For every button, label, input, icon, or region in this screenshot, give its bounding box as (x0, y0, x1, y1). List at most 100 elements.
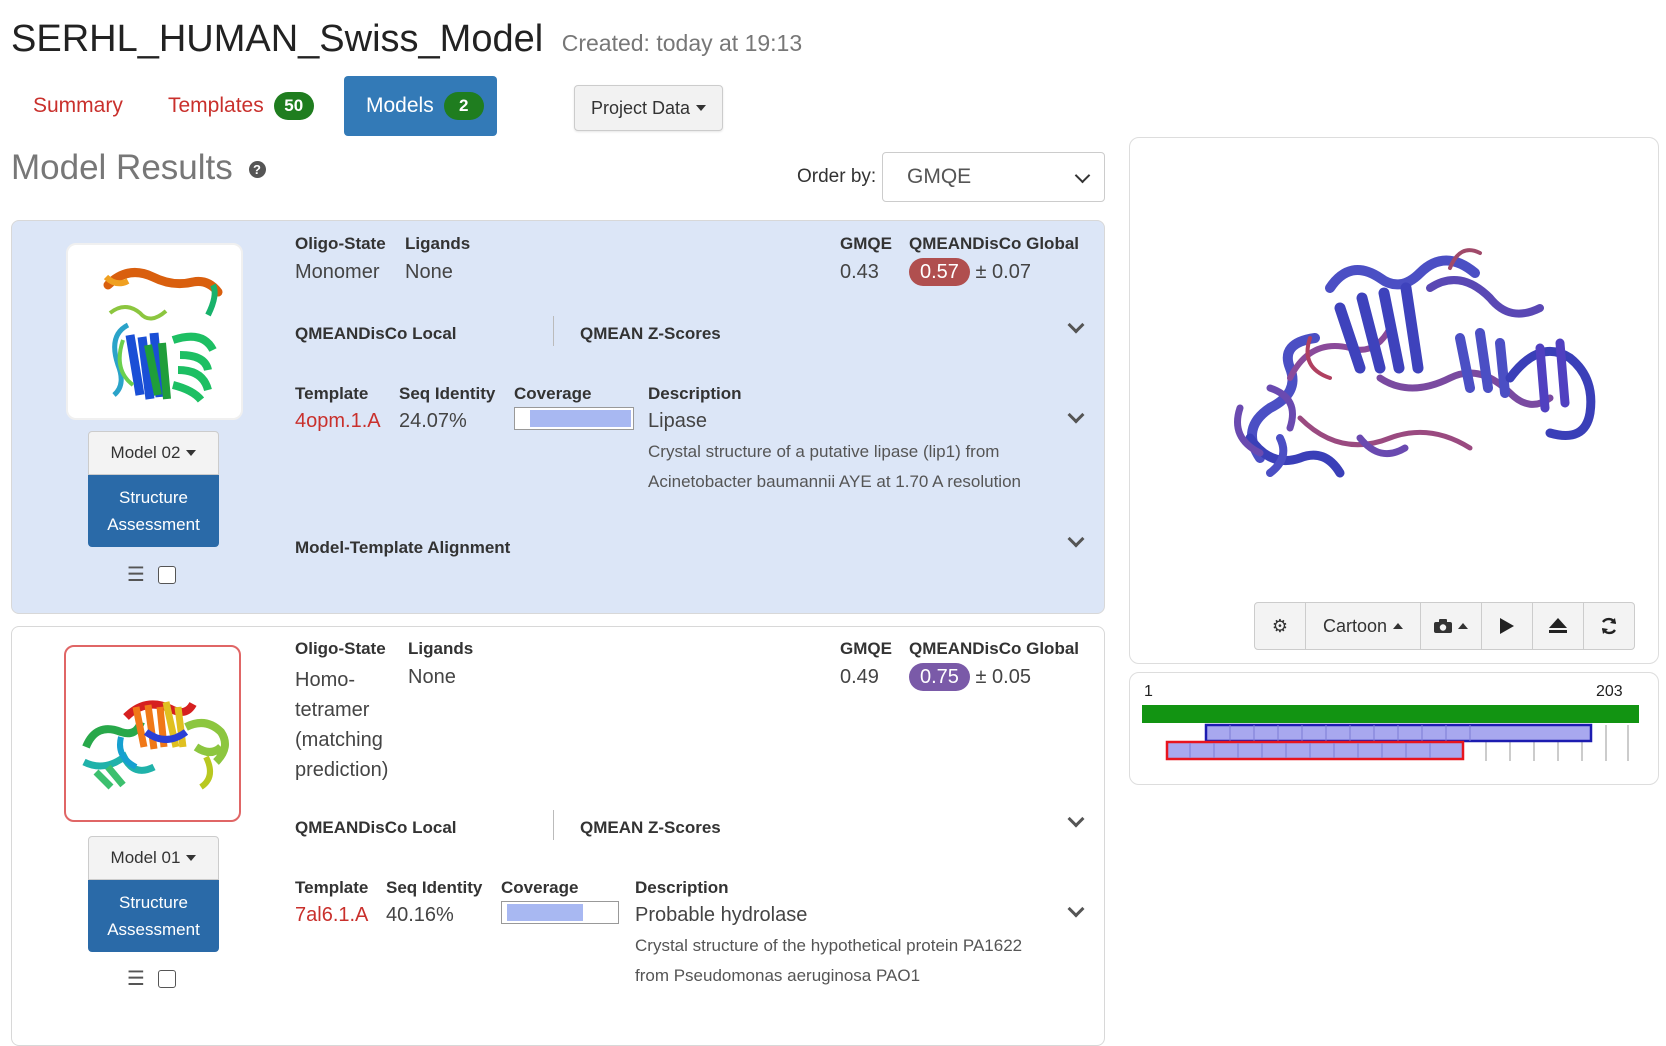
caret-down-icon (696, 105, 707, 111)
eject-icon (1549, 618, 1567, 633)
divider (553, 316, 554, 346)
created-timestamp: Created: today at 19:13 (561, 30, 803, 56)
coverage-fill (530, 410, 631, 427)
gear-icon: ⚙ (1271, 615, 1289, 636)
qmean-score-badge: 0.75 (909, 663, 970, 691)
qmean-local-toggle[interactable]: QMEANDisCo Local (295, 324, 457, 344)
alignment-list-icon[interactable]: ☰ (127, 966, 145, 991)
structure-assessment-button[interactable]: Structure Assessment (88, 880, 219, 952)
model-02-label: Model 02 (110, 443, 181, 462)
qmean-error: ± 0.07 (975, 261, 1031, 283)
project-data-dropdown[interactable]: Project Data (574, 85, 723, 131)
description-label: Description (648, 384, 742, 403)
protein-ribbon-image (82, 700, 229, 790)
alignment-toggle[interactable]: Model-Template Alignment (295, 538, 510, 558)
model-results-heading: Model Results ? (11, 148, 266, 188)
chevron-down-icon (1074, 167, 1091, 184)
select-model-checkbox[interactable] (158, 970, 176, 988)
caret-down-icon (186, 450, 197, 456)
template-label: Template (295, 878, 369, 897)
oligo-state-label: Oligo-State (295, 234, 386, 253)
qmean-global-value: 0.75 ± 0.05 (909, 663, 1031, 691)
gmqe-value: 0.43 (840, 261, 879, 283)
ligands-value: None (405, 261, 453, 283)
reset-view-button[interactable] (1583, 602, 1635, 650)
template-link[interactable]: 7al6.1.A (295, 904, 368, 927)
sequence-end: 203 (1596, 683, 1623, 700)
description-text: Crystal structure of a putative lipase (… (648, 437, 1021, 497)
sequence-start: 1 (1144, 683, 1153, 700)
qmean-global-label: QMEANDisCo Global (909, 234, 1080, 253)
tab-models-label: Models (366, 94, 434, 117)
template-link[interactable]: 4opm.1.A (295, 410, 381, 433)
model-02-dropdown[interactable]: Model 02 (88, 431, 219, 475)
description-title: Lipase (648, 410, 707, 432)
qmean-local-toggle[interactable]: QMEANDisCo Local (295, 818, 457, 838)
tab-templates-label: Templates (168, 94, 264, 117)
coverage-bar (501, 901, 619, 924)
help-icon[interactable]: ? (248, 161, 266, 179)
project-title: SERHL_HUMAN_Swiss_Model (11, 18, 544, 60)
render-style-label: Cartoon (1322, 615, 1388, 636)
qmean-global-label: QMEANDisCo Global (909, 639, 1080, 658)
description-line: from Pseudomonas aeruginosa PAO1 (635, 966, 921, 985)
render-style-dropdown[interactable]: Cartoon (1305, 602, 1421, 650)
camera-icon (1434, 619, 1452, 633)
qmean-z-scores-toggle[interactable]: QMEAN Z-Scores (580, 324, 721, 344)
structure-assessment-button[interactable]: Structure Assessment (88, 475, 219, 547)
tab-summary[interactable]: Summary (11, 76, 145, 136)
coverage-label: Coverage (514, 384, 592, 403)
coverage-bar (514, 407, 634, 430)
target-sequence-bar (1142, 705, 1639, 723)
oligo-state-value: Monomer (295, 261, 380, 283)
model-thumbnail[interactable] (66, 243, 243, 420)
sequence-coverage-panel: 1 203 (1129, 672, 1659, 785)
template-2-alignment (1165, 740, 1465, 761)
seq-identity-label: Seq Identity (386, 878, 483, 897)
oligo-state-line: Homo- (295, 669, 356, 691)
models-count-badge: 2 (443, 92, 484, 120)
structure-viewer[interactable] (1129, 137, 1659, 664)
gmqe-label: GMQE (840, 639, 892, 658)
eject-button[interactable] (1532, 602, 1584, 650)
qmean-score-badge: 0.57 (909, 258, 970, 286)
template-label: Template (295, 384, 369, 403)
model-thumbnail[interactable] (64, 645, 241, 822)
model-01-dropdown[interactable]: Model 01 (88, 836, 219, 880)
qmean-error: ± 0.05 (975, 666, 1031, 688)
caret-down-icon (186, 855, 197, 861)
templates-count-badge: 50 (273, 92, 314, 120)
oligo-state-line: prediction) (295, 759, 389, 781)
tab-models[interactable]: Models 2 (344, 76, 497, 136)
tab-summary-label: Summary (33, 94, 123, 117)
description-line: Crystal structure of a putative lipase (… (648, 442, 1000, 461)
caret-up-icon (1393, 623, 1404, 629)
oligo-state-line: tetramer (295, 699, 370, 721)
screenshot-dropdown[interactable] (1420, 602, 1482, 650)
order-by-label: Order by: (797, 166, 877, 187)
description-text: Crystal structure of the hypothetical pr… (635, 931, 1022, 991)
qmean-global-value: 0.57 ± 0.07 (909, 258, 1031, 286)
seq-identity-label: Seq Identity (399, 384, 496, 403)
viewer-toolbar: ⚙ Cartoon (1254, 602, 1635, 650)
description-title: Probable hydrolase (635, 904, 808, 926)
play-button[interactable] (1481, 602, 1533, 650)
qmean-z-scores-toggle[interactable]: QMEAN Z-Scores (580, 818, 721, 838)
alignment-list-icon[interactable]: ☰ (127, 562, 145, 587)
refresh-icon (1601, 617, 1617, 635)
tab-templates[interactable]: Templates 50 (146, 76, 336, 136)
coverage-label: Coverage (501, 878, 579, 897)
divider (553, 810, 554, 840)
gmqe-label: GMQE (840, 234, 892, 253)
protein-ribbon-image (103, 268, 223, 403)
oligo-state-label: Oligo-State (295, 639, 386, 658)
order-by-select[interactable]: GMQE (882, 152, 1105, 202)
coverage-track (1142, 705, 1639, 761)
select-model-checkbox[interactable] (158, 566, 176, 584)
description-line: Acinetobacter baumannii AYE at 1.70 A re… (648, 472, 1021, 491)
gmqe-value: 0.49 (840, 666, 879, 688)
caret-up-icon (1458, 623, 1468, 629)
seq-identity-value: 40.16% (386, 904, 454, 926)
description-label: Description (635, 878, 729, 897)
settings-button[interactable]: ⚙ (1254, 602, 1306, 650)
